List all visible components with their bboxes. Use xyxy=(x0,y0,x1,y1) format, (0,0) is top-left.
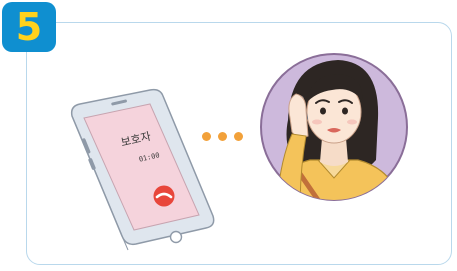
worried-woman-on-phone-illustration xyxy=(260,53,408,201)
end-call-icon xyxy=(153,185,175,207)
ellipsis-icon xyxy=(202,132,243,141)
dot xyxy=(218,132,227,141)
smartphone-icon xyxy=(70,88,215,251)
dot xyxy=(234,132,243,141)
dot xyxy=(202,132,211,141)
